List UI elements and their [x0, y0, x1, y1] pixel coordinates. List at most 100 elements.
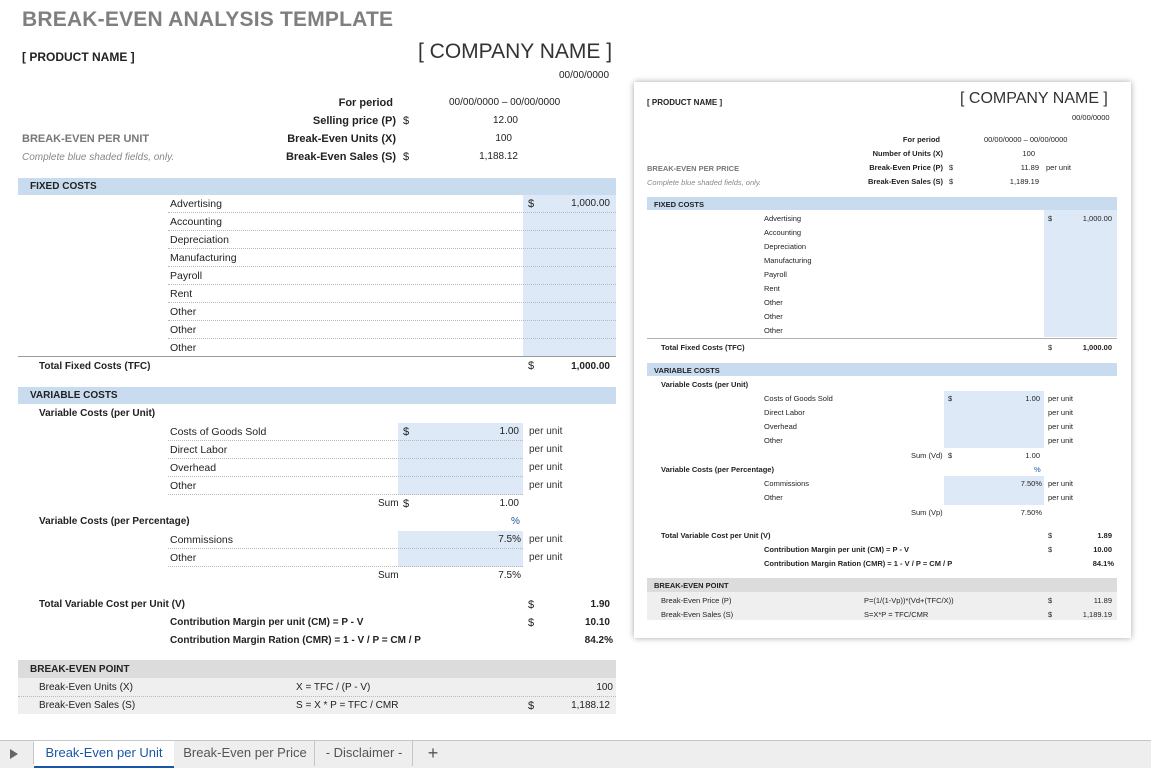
row-divider — [168, 284, 616, 285]
pct-item-other: Other — [170, 552, 197, 564]
bep-heading: BREAK-EVEN POINT — [30, 664, 130, 675]
preview-var-unit-label: Variable Costs (per Unit) — [661, 380, 749, 389]
per-unit-label: per unit — [529, 552, 563, 563]
bep-units-value: 100 — [596, 682, 613, 693]
variable-costs-heading: VARIABLE COSTS — [30, 390, 118, 401]
row-divider — [168, 440, 523, 441]
preview-fixed-item: Rent — [764, 284, 780, 293]
bep-sales-label: Break-Even Sales (S) — [39, 700, 136, 711]
preview-units-value[interactable]: 100 — [984, 149, 1035, 158]
sum-label: Sum — [378, 498, 399, 509]
preview-bep-price-value: 11.89 — [1093, 596, 1112, 605]
preview-tfc-value: 1,000.00 — [1082, 343, 1112, 352]
preview-heading: BREAK-EVEN PER PRICE — [647, 164, 740, 173]
tvc-label: Total Variable Cost per Unit (V) — [39, 599, 185, 610]
selling-price-value[interactable]: 12.00 — [440, 115, 518, 126]
commissions-value[interactable]: 7.5% — [440, 534, 521, 545]
preview-fixed-item: Accounting — [764, 228, 802, 237]
var-per-unit-label: Variable Costs (per Unit) — [39, 408, 156, 419]
preview-per-unit: per unit — [1048, 436, 1074, 445]
preview-tfc-label: Total Fixed Costs (TFC) — [661, 343, 745, 352]
preview-bep-sales-value: 1,189.19 — [1082, 610, 1112, 619]
preview-price-label: Break-Even Price (P) — [869, 163, 943, 172]
preview-fixed-input-area — [1044, 210, 1117, 337]
bep-units-formula: X = TFC / (P - V) — [296, 682, 371, 693]
row-divider — [168, 476, 523, 477]
currency-symbol: $ — [1048, 214, 1053, 223]
tab-break-even-per-unit[interactable]: Break-Even per Unit — [34, 741, 174, 768]
sum-label: Sum — [378, 570, 399, 581]
currency-symbol: $ — [403, 151, 410, 163]
product-name: [ PRODUCT NAME ] — [22, 50, 135, 64]
add-sheet-button[interactable]: + — [418, 741, 448, 766]
fixed-item-manufacturing: Manufacturing — [170, 252, 237, 264]
preview-sum-vd-value: 1.00 — [1025, 451, 1040, 460]
currency-symbol: $ — [528, 617, 535, 629]
preview-sum-vp-value: 7.50% — [1020, 508, 1042, 517]
for-period-label: For period — [338, 97, 393, 109]
fixed-costs-heading: FIXED COSTS — [30, 181, 97, 192]
preview-sales-label: Break-Even Sales (S) — [867, 177, 943, 186]
play-triangle-icon[interactable] — [10, 749, 18, 759]
currency-symbol: $ — [1048, 343, 1053, 352]
fixed-item-other-1: Other — [170, 306, 197, 318]
tab-break-even-per-price[interactable]: Break-Even per Price — [176, 741, 315, 766]
currency-symbol: $ — [528, 360, 535, 372]
preview-fixed-item: Other — [764, 298, 783, 307]
tab-disclaimer[interactable]: - Disclaimer - — [316, 741, 413, 766]
preview-fixed-item: Other — [764, 326, 783, 335]
preview-bep-price-formula: P=(1/(1-Vp))*(Vd+(TFC/X)) — [864, 596, 954, 605]
preview-fixed-first: 1,000.00 — [1082, 214, 1112, 223]
fixed-item-depreciation: Depreciation — [170, 234, 229, 246]
row-divider — [168, 212, 616, 213]
preview-var-item: Costs of Goods Sold — [764, 394, 833, 403]
var-item-direct-labor: Direct Labor — [170, 444, 228, 456]
currency-symbol: $ — [528, 198, 535, 210]
fixed-item-other-2: Other — [170, 324, 197, 336]
per-unit-label: per unit — [529, 444, 563, 455]
fixed-costs-input-area[interactable] — [523, 195, 616, 356]
break-even-per-price-preview: [ PRODUCT NAME ] [ COMPANY NAME ] 00/00/… — [634, 82, 1131, 638]
cmr-label: Contribution Margin Ration (CMR) = 1 - V… — [170, 635, 421, 646]
preview-var-pct-label: Variable Costs (per Percentage) — [661, 465, 774, 474]
currency-symbol: $ — [403, 115, 410, 127]
preview-fixed-item: Depreciation — [764, 242, 807, 251]
preview-tvc-value: 1.89 — [1097, 531, 1112, 540]
preview-company-name: [ COMPANY NAME ] — [960, 90, 1108, 107]
row-divider — [168, 320, 616, 321]
for-period-value: 00/00/0000 – 00/00/0000 — [449, 97, 561, 108]
fixed-item-accounting: Accounting — [170, 216, 222, 228]
row-divider — [168, 302, 616, 303]
currency-symbol: $ — [948, 451, 953, 460]
preview-per-unit: per unit — [1048, 493, 1074, 502]
var-item-other: Other — [170, 480, 197, 492]
row-divider — [168, 248, 616, 249]
pct-item-commissions: Commissions — [170, 534, 234, 546]
preview-cmr-label: Contribution Margin Ration (CMR) = 1 - V… — [764, 559, 953, 568]
per-unit-label: per unit — [529, 462, 563, 473]
preview-sales-value: 1,189.19 — [1009, 177, 1039, 186]
preview-var-item: Other — [764, 436, 783, 445]
cogs-value[interactable]: 1.00 — [440, 426, 519, 437]
preview-per-unit: per unit — [1048, 479, 1074, 488]
preview-sum-vp-label: Sum (Vp) — [911, 508, 943, 517]
preview-fixed-heading: FIXED COSTS — [654, 200, 705, 209]
bep-units-label: Break-Even Units (X) — [39, 682, 133, 693]
preview-fixed-item: Payroll — [764, 270, 787, 279]
fixed-item-payroll: Payroll — [170, 270, 203, 282]
preview-per-unit: per unit — [1046, 163, 1072, 172]
preview-for-period-label: For period — [902, 135, 940, 144]
preview-cm-value: 10.00 — [1093, 545, 1112, 554]
fixed-item-other-3: Other — [170, 342, 197, 354]
per-unit-label: per unit — [529, 426, 563, 437]
preview-note: Complete blue shaded fields, only. — [647, 178, 762, 187]
preview-bep-price-label: Break-Even Price (P) — [661, 596, 732, 605]
be-units-label: Break-Even Units (X) — [287, 133, 396, 145]
advertising-value[interactable]: 1,000.00 — [540, 198, 610, 209]
row-divider — [168, 494, 523, 495]
preview-fixed-item: Other — [764, 312, 783, 321]
var-item-overhead: Overhead — [170, 462, 217, 474]
preview-units-label: Number of Units (X) — [872, 149, 943, 158]
currency-symbol: $ — [949, 163, 954, 172]
preview-fixed-item: Advertising — [764, 214, 802, 223]
